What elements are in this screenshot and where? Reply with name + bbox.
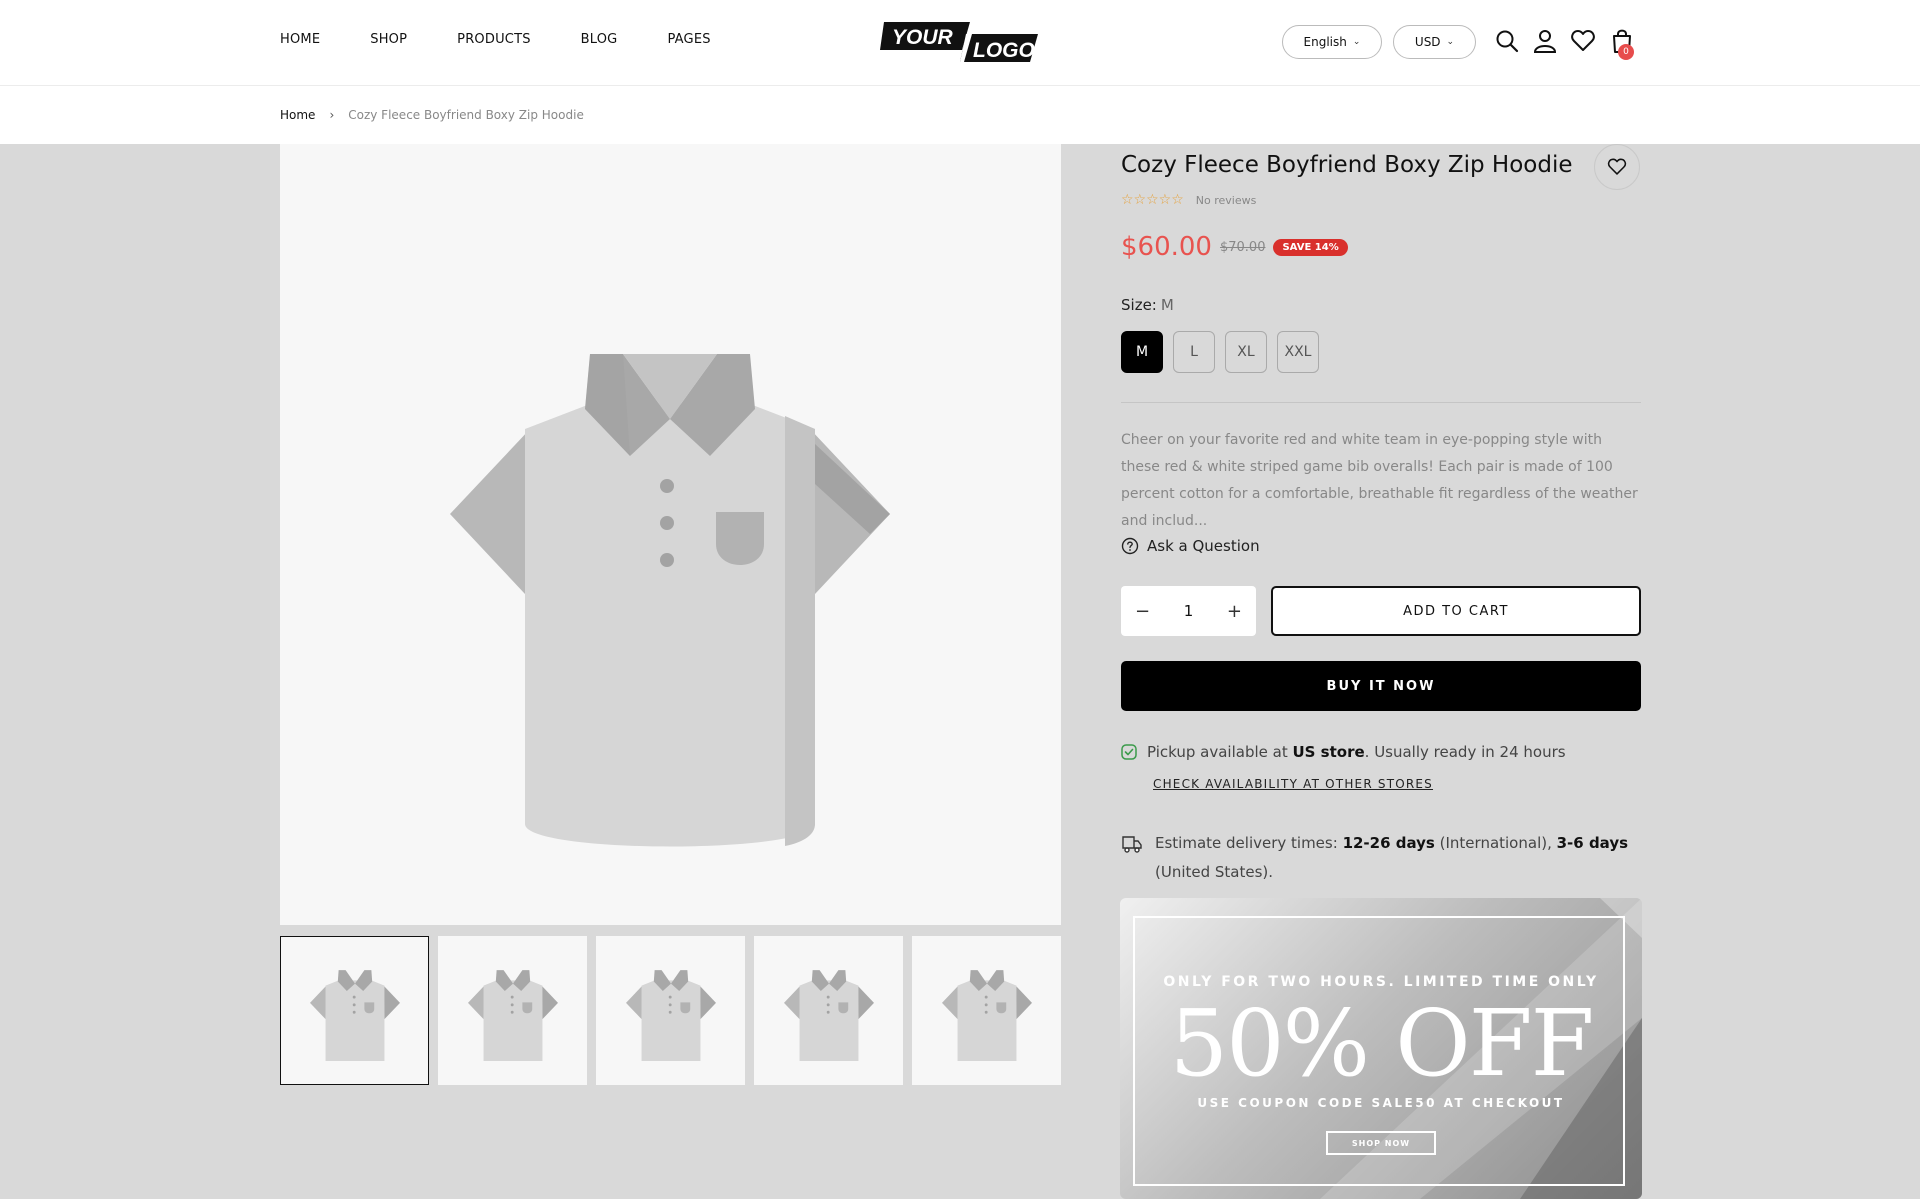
buy-it-now-button[interactable]: BUY IT NOW bbox=[1121, 661, 1641, 711]
language-selector[interactable]: English ⌄ bbox=[1282, 25, 1382, 59]
pickup-prefix: Pickup available at bbox=[1147, 743, 1293, 761]
thumbnail-3[interactable] bbox=[596, 936, 745, 1085]
size-option-xxl[interactable]: XXL bbox=[1277, 331, 1319, 373]
add-to-cart-button[interactable]: ADD TO CART bbox=[1271, 586, 1641, 636]
promo-coupon-line: USE COUPON CODE SALE50 AT CHECKOUT bbox=[1197, 1096, 1565, 1110]
size-option-xl[interactable]: XL bbox=[1225, 331, 1267, 373]
breadcrumb-current: Cozy Fleece Boyfriend Boxy Zip Hoodie bbox=[348, 108, 584, 122]
nav-home[interactable]: HOME bbox=[280, 32, 320, 47]
size-label-text: Size: bbox=[1121, 296, 1157, 314]
heart-icon bbox=[1607, 158, 1627, 175]
pickup-suffix: . Usually ready in 24 hours bbox=[1364, 743, 1566, 761]
currency-value: USD bbox=[1414, 35, 1441, 49]
nav-pages[interactable]: PAGES bbox=[667, 32, 710, 47]
logo-logo-text: LOGO bbox=[973, 39, 1035, 62]
add-to-wishlist-button[interactable] bbox=[1594, 144, 1640, 190]
pickup-text: Pickup available at US store. Usually re… bbox=[1147, 743, 1566, 761]
delivery-info: Estimate delivery times: 12-26 days (Int… bbox=[1121, 829, 1641, 887]
breadcrumb-separator: › bbox=[329, 108, 335, 122]
nav-products[interactable]: PRODUCTS bbox=[457, 32, 531, 47]
delivery-intl: (International), bbox=[1434, 834, 1557, 852]
heart-icon[interactable] bbox=[1570, 28, 1596, 54]
pickup-info: Pickup available at US store. Usually re… bbox=[1121, 743, 1566, 761]
shirt-image bbox=[450, 354, 890, 847]
size-options: M L XL XXL bbox=[1121, 331, 1319, 373]
ask-question-link[interactable]: Ask a Question bbox=[1121, 537, 1260, 555]
site-logo[interactable]: YOUR LOGO bbox=[880, 20, 1040, 64]
logo-your-text: YOUR bbox=[892, 26, 954, 49]
search-icon[interactable] bbox=[1494, 28, 1520, 54]
price-block: $60.00 $70.00 SAVE 14% bbox=[1121, 232, 1348, 262]
breadcrumb-home-link[interactable]: Home bbox=[280, 108, 315, 122]
delivery-text: Estimate delivery times: 12-26 days (Int… bbox=[1155, 829, 1641, 887]
delivery-truck-icon bbox=[1122, 836, 1142, 853]
quantity-value[interactable]: 1 bbox=[1184, 602, 1194, 620]
site-header: HOME SHOP PRODUCTS BLOG PAGES YOUR LOGO … bbox=[0, 0, 1920, 86]
thumbnail-5[interactable] bbox=[912, 936, 1061, 1085]
size-label: Size: M bbox=[1121, 296, 1174, 314]
product-title: Cozy Fleece Boyfriend Boxy Zip Hoodie bbox=[1121, 152, 1573, 178]
promo-shop-now-button[interactable]: SHOP NOW bbox=[1326, 1131, 1436, 1155]
shirt-thumbnail bbox=[467, 969, 558, 1061]
minus-icon[interactable]: − bbox=[1135, 601, 1150, 622]
delivery-us: (United States). bbox=[1155, 863, 1274, 881]
nav-shop[interactable]: SHOP bbox=[370, 32, 407, 47]
chevron-down-icon: ⌄ bbox=[1352, 37, 1361, 47]
main-nav: HOME SHOP PRODUCTS BLOG PAGES bbox=[280, 32, 711, 47]
size-option-m[interactable]: M bbox=[1121, 331, 1163, 373]
rating-stars: ☆☆☆☆☆ bbox=[1121, 192, 1184, 208]
thumbnail-strip bbox=[280, 936, 1061, 1085]
size-selected-value: M bbox=[1160, 296, 1174, 314]
thumbnail-2[interactable] bbox=[438, 936, 587, 1085]
compare-price: $70.00 bbox=[1219, 239, 1266, 255]
shirt-thumbnail bbox=[783, 969, 874, 1061]
breadcrumb-bar: Home › Cozy Fleece Boyfriend Boxy Zip Ho… bbox=[0, 86, 1920, 144]
nav-blog[interactable]: BLOG bbox=[581, 32, 618, 47]
promo-top-line: ONLY FOR TWO HOURS. LIMITED TIME ONLY bbox=[1163, 974, 1599, 990]
ask-question-label: Ask a Question bbox=[1147, 537, 1260, 555]
check-icon bbox=[1121, 744, 1137, 760]
question-icon bbox=[1121, 537, 1139, 555]
promo-banner[interactable]: ONLY FOR TWO HOURS. LIMITED TIME ONLY 50… bbox=[1120, 898, 1642, 1199]
promo-headline: 50% OFF bbox=[1169, 990, 1595, 1097]
delivery-prefix: Estimate delivery times: bbox=[1155, 834, 1343, 852]
delivery-intl-days: 12-26 days bbox=[1342, 834, 1435, 852]
thumbnail-4[interactable] bbox=[754, 936, 903, 1085]
divider bbox=[1121, 402, 1641, 403]
size-option-l[interactable]: L bbox=[1173, 331, 1215, 373]
pickup-store: US store bbox=[1292, 743, 1365, 761]
shirt-thumbnail bbox=[625, 969, 716, 1061]
delivery-us-days: 3-6 days bbox=[1556, 834, 1629, 852]
review-count: No reviews bbox=[1195, 193, 1257, 207]
check-availability-link[interactable]: CHECK AVAILABILITY AT OTHER STORES bbox=[1153, 777, 1433, 791]
chevron-down-icon: ⌄ bbox=[1446, 37, 1455, 47]
thumbnail-1[interactable] bbox=[280, 936, 429, 1085]
shirt-thumbnail bbox=[309, 969, 400, 1061]
sale-price: $60.00 bbox=[1121, 232, 1212, 262]
cart-count-badge: 0 bbox=[1618, 44, 1634, 60]
quantity-stepper: − 1 + bbox=[1121, 586, 1256, 636]
product-description: Cheer on your favorite red and white tea… bbox=[1121, 432, 1638, 529]
plus-icon[interactable]: + bbox=[1227, 601, 1242, 622]
currency-selector[interactable]: USD ⌄ bbox=[1393, 25, 1476, 59]
language-value: English bbox=[1303, 35, 1347, 49]
breadcrumb: Home › Cozy Fleece Boyfriend Boxy Zip Ho… bbox=[280, 108, 584, 122]
user-icon[interactable] bbox=[1532, 28, 1558, 54]
save-badge: SAVE 14% bbox=[1273, 238, 1348, 256]
product-main-image[interactable] bbox=[280, 144, 1061, 925]
rating[interactable]: ☆☆☆☆☆ No reviews bbox=[1121, 192, 1256, 208]
shirt-thumbnail bbox=[941, 969, 1032, 1061]
